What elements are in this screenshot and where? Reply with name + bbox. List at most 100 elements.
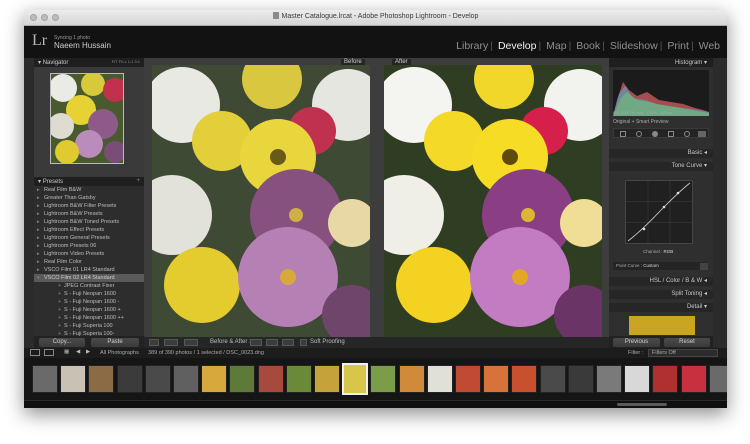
filmstrip-thumbnail[interactable] (116, 365, 143, 393)
grid-icon[interactable]: ▦ (64, 349, 69, 355)
filmstrip-thumbnail[interactable] (426, 365, 453, 393)
filmstrip-thumbnail[interactable] (370, 365, 397, 393)
adjustment-brush-icon[interactable] (698, 131, 706, 137)
after-photo[interactable] (384, 65, 602, 337)
filter-select[interactable]: Filters Off (648, 349, 718, 357)
filmstrip-thumbnail[interactable] (342, 363, 369, 395)
histogram[interactable]: ISO 400 35 mm f / 2.8 1/8 sec (613, 70, 709, 116)
filmstrip-thumbnail[interactable] (314, 365, 340, 393)
filmstrip-thumbnail[interactable] (455, 365, 481, 393)
filmstrip-thumbnail[interactable] (285, 365, 312, 393)
display-2-icon[interactable] (44, 349, 54, 356)
copy-button[interactable]: Copy... (39, 338, 85, 347)
preset-folder[interactable]: Lightroom Video Presets (34, 250, 144, 258)
preset-item[interactable]: S - Fuji Neopan 1600 + (34, 306, 144, 314)
preset-folder[interactable]: Lightroom B&W Toned Presets (34, 218, 144, 226)
section-tone-curve[interactable]: Tone Curve ▾ (609, 162, 713, 171)
module-library[interactable]: Library (456, 40, 488, 52)
filmstrip-scrollbar[interactable] (24, 401, 727, 408)
preset-folder[interactable]: Lightroom General Presets (34, 234, 144, 242)
preset-folder[interactable]: Greater Than Gatsby (34, 194, 144, 202)
swap-before-after-icon[interactable] (282, 339, 294, 346)
filmstrip-thumbnail[interactable] (624, 365, 651, 393)
copy-before-to-after-icon[interactable] (250, 339, 262, 346)
before-after-split-icon[interactable] (184, 339, 198, 346)
module-book[interactable]: Book (576, 40, 600, 52)
add-preset-icon[interactable]: + (136, 178, 140, 184)
section-detail[interactable]: Detail ▾ (609, 303, 713, 312)
module-develop[interactable]: Develop (498, 40, 537, 52)
histogram-header[interactable]: Histogram ▾ (609, 58, 713, 67)
filmstrip-thumbnail[interactable] (229, 365, 256, 393)
tool-strip[interactable] (613, 128, 709, 138)
module-slideshow[interactable]: Slideshow (610, 40, 658, 52)
navigator-zoom-options[interactable]: FIT FILL 1:1 3:1 (112, 59, 140, 64)
preset-item[interactable]: S - Fuji Neopan 1600 - (34, 298, 144, 306)
curve-edit-icon[interactable] (700, 263, 708, 270)
filmstrip-thumbnail[interactable] (398, 365, 425, 393)
presets-header[interactable]: ▾ Presets + (34, 177, 144, 186)
loupe-view-icon[interactable] (149, 339, 159, 346)
filmstrip-thumbnail[interactable] (511, 365, 538, 393)
filmstrip-thumbnail[interactable] (60, 365, 87, 393)
filmstrip-thumbnail[interactable] (32, 365, 58, 393)
graduated-filter-icon[interactable] (668, 131, 674, 137)
filmstrip-thumbnail[interactable] (144, 365, 171, 393)
filmstrip-thumbnail[interactable] (173, 365, 199, 393)
reset-button[interactable]: Reset (664, 338, 710, 347)
display-1-icon[interactable] (30, 349, 40, 356)
module-map[interactable]: Map (546, 40, 566, 52)
radial-filter-icon[interactable] (684, 131, 690, 137)
filmstrip-thumbnail[interactable] (257, 365, 284, 393)
smart-preview-status[interactable]: Original + Smart Preview (613, 119, 668, 125)
filmstrip-thumbnail[interactable] (652, 365, 679, 393)
previous-button[interactable]: Previous (613, 338, 660, 347)
section-split-toning[interactable]: Split Toning ◂ (609, 290, 713, 299)
soft-proofing-checkbox[interactable] (300, 339, 307, 346)
tone-curve-graph[interactable] (625, 180, 693, 244)
filmstrip-thumbnail[interactable] (567, 365, 594, 393)
filmstrip-thumbnail[interactable] (88, 365, 115, 393)
filmstrip-thumbnail[interactable] (201, 365, 228, 393)
preset-folder[interactable]: Lightroom Effect Presets (34, 226, 144, 234)
detail-preview[interactable] (629, 316, 695, 335)
navigator-header[interactable]: ▾ Navigator FIT FILL 1:1 3:1 (34, 58, 144, 67)
filmstrip-thumbnail[interactable] (680, 365, 707, 393)
preset-item[interactable]: S - Fuji Neopan 1600 ++ (34, 314, 144, 322)
preset-folder[interactable]: Real Film B&W (34, 186, 144, 194)
channel-select[interactable]: RGB (664, 249, 674, 254)
filmstrip-status[interactable]: 389 of 390 photos / 1 selected / DSC_002… (148, 350, 264, 356)
before-photo[interactable] (152, 65, 370, 337)
section-hsl[interactable]: HSL / Color / B & W ◂ (609, 277, 713, 286)
preset-folder[interactable]: VSCO Film 02 LR4 Standard (34, 274, 144, 282)
preset-item[interactable]: JPEG Contrast Fixer (34, 282, 144, 290)
crop-icon[interactable] (620, 131, 626, 137)
filmstrip-thumbnail[interactable] (708, 365, 727, 393)
filmstrip-header: ▦ ◀ ▶ All Photographs 389 of 390 photos … (24, 348, 727, 358)
forward-icon[interactable]: ▶ (86, 349, 90, 355)
preset-folder[interactable]: Lightroom B&W Filter Presets (34, 202, 144, 210)
module-web[interactable]: Web (699, 40, 720, 52)
filmstrip-scroll-thumb[interactable] (617, 403, 667, 406)
copy-after-to-before-icon[interactable] (266, 339, 278, 346)
filmstrip-thumbnail[interactable] (596, 365, 622, 393)
channel-label: Channel : (643, 249, 663, 254)
module-print[interactable]: Print (667, 40, 689, 52)
preset-folder[interactable]: Lightroom B&W Presets (34, 210, 144, 218)
preset-folder[interactable]: Real Film Color (34, 258, 144, 266)
preset-item[interactable]: S - Fuji Superia 100 (34, 322, 144, 330)
red-eye-icon[interactable] (652, 131, 658, 137)
navigator-preview[interactable] (50, 73, 124, 164)
spot-removal-icon[interactable] (636, 131, 642, 137)
before-after-mode-icon[interactable] (164, 339, 178, 346)
filmstrip-source[interactable]: All Photographs (100, 350, 139, 356)
preset-item[interactable]: S - Fuji Neopan 1600 (34, 290, 144, 298)
back-icon[interactable]: ◀ (76, 349, 80, 355)
preset-folder[interactable]: VSCO Film 01 LR4 Standard (34, 266, 144, 274)
point-curve-select[interactable]: Custom (643, 263, 659, 268)
paste-button[interactable]: Paste (91, 338, 139, 347)
filmstrip-thumbnail[interactable] (483, 365, 510, 393)
filmstrip-thumbnail[interactable] (539, 365, 566, 393)
section-basic[interactable]: Basic ◂ (609, 149, 713, 158)
preset-folder[interactable]: Lightroom Presets 06 (34, 242, 144, 250)
